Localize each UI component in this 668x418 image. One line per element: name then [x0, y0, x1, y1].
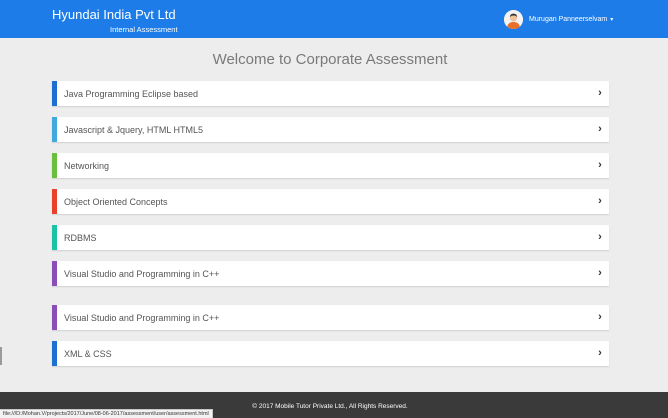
chevron-right-icon: › — [598, 123, 602, 135]
course-item-networking[interactable]: Networking › — [52, 153, 609, 178]
chevron-right-icon: › — [598, 195, 602, 207]
course-item-java[interactable]: Java Programming Eclipse based › — [52, 81, 609, 106]
chevron-right-icon: › — [598, 87, 602, 99]
course-item-visual-studio-2[interactable]: Visual Studio and Programming in C++ › — [52, 305, 609, 330]
scroll-indicator[interactable] — [0, 347, 2, 365]
course-label: Visual Studio and Programming in C++ — [64, 268, 220, 279]
top-header: Hyundai India Pvt Ltd Internal Assessmen… — [0, 0, 668, 38]
course-label: Networking — [64, 160, 110, 171]
chevron-right-icon: › — [598, 267, 602, 279]
course-item-rdbms[interactable]: RDBMS › — [52, 225, 609, 250]
chevron-right-icon: › — [598, 311, 602, 323]
chevron-right-icon: › — [598, 159, 602, 171]
course-label: Visual Studio and Programming in C++ — [64, 312, 220, 323]
app-subtitle: Internal Assessment — [110, 25, 178, 34]
chevron-right-icon: › — [598, 231, 602, 243]
course-item-oop[interactable]: Object Oriented Concepts › — [52, 189, 609, 214]
user-avatar-icon — [504, 9, 523, 29]
chevron-right-icon: › — [598, 347, 602, 359]
course-label: Java Programming Eclipse based — [64, 88, 199, 99]
company-name: Hyundai India Pvt Ltd — [52, 7, 176, 22]
course-label: Javascript & Jquery, HTML HTML5 — [64, 124, 204, 135]
course-label: XML & CSS — [64, 348, 112, 359]
course-item-visual-studio[interactable]: Visual Studio and Programming in C++ › — [52, 261, 609, 286]
course-label: RDBMS — [64, 232, 97, 243]
caret-down-icon: ▾ — [610, 16, 614, 23]
course-label: Object Oriented Concepts — [64, 196, 168, 207]
page-title: Welcome to Corporate Assessment — [212, 51, 448, 68]
user-name: Murugan Panneerselvam — [529, 15, 608, 23]
status-bar-url: file:///D:/Mohan.V/projects/2017/June/08… — [0, 409, 213, 418]
user-menu[interactable]: Murugan Panneerselvam ▾ — [504, 8, 613, 30]
course-item-xml-css[interactable]: XML & CSS › — [52, 341, 609, 366]
course-item-javascript[interactable]: Javascript & Jquery, HTML HTML5 › — [52, 117, 609, 142]
